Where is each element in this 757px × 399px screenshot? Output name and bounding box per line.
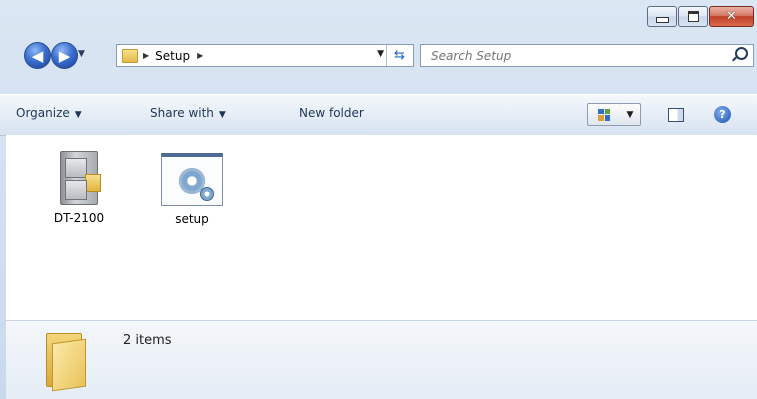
file-name: setup (175, 212, 209, 226)
breadcrumb-separator-icon[interactable]: ▶ (197, 51, 203, 60)
file-name: DT-2100 (53, 211, 105, 225)
change-view-button[interactable] (587, 103, 621, 126)
minimize-icon (655, 16, 669, 23)
minimize-button[interactable] (647, 6, 677, 27)
navigation-bar: ◀ ▶ ▼ ▶ Setup ▶ ▼ ⇆ (0, 41, 757, 71)
file-list: DT-2100 setup (6, 135, 757, 320)
view-icon (598, 108, 610, 121)
search-input[interactable] (429, 47, 723, 64)
new-folder-button[interactable]: New folder (299, 106, 364, 120)
search-box[interactable] (420, 44, 754, 67)
file-item-dt-2100[interactable]: DT-2100 (41, 151, 117, 225)
chevron-down-icon: ▼ (626, 109, 634, 120)
share-with-label: Share with (150, 106, 214, 120)
file-item-setup[interactable]: setup (154, 151, 230, 226)
arrow-left-icon: ◀ (31, 46, 44, 65)
refresh-icon: ⇆ (394, 48, 405, 63)
caption-buttons: ✕ (646, 6, 754, 27)
close-button[interactable]: ✕ (709, 6, 754, 27)
chevron-down-icon: ▼ (74, 110, 82, 120)
help-icon[interactable]: ? (714, 106, 731, 123)
folder-icon (122, 48, 138, 63)
forward-button[interactable]: ▶ (51, 42, 78, 69)
organize-button[interactable]: Organize ▼ (16, 106, 82, 120)
breadcrumb-separator-icon[interactable]: ▶ (143, 51, 149, 60)
share-with-button[interactable]: Share with ▼ (150, 106, 226, 120)
address-bar[interactable]: ▶ Setup ▶ ▼ ⇆ (116, 44, 414, 67)
explorer-window: ✕ ◀ ▶ ▼ ▶ Setup ▶ ▼ ⇆ Organize ▼ (0, 0, 757, 399)
view-options-dropdown[interactable]: ▼ (620, 103, 641, 126)
arrow-right-icon: ▶ (58, 46, 71, 65)
item-count: 2 items (123, 333, 172, 348)
search-icon[interactable] (735, 47, 748, 60)
refresh-button[interactable]: ⇆ (386, 45, 412, 66)
maximize-icon (687, 11, 699, 22)
address-dropdown-icon[interactable]: ▼ (377, 49, 384, 59)
preview-pane-icon[interactable] (668, 108, 684, 122)
breadcrumb-setup[interactable]: Setup (155, 49, 190, 63)
back-button[interactable]: ◀ (24, 42, 51, 69)
recent-pages-dropdown-icon[interactable]: ▼ (78, 49, 85, 59)
organize-label: Organize (16, 106, 70, 120)
maximize-button[interactable] (678, 6, 708, 27)
details-pane: 2 items (6, 320, 757, 399)
file-cabinet-icon (60, 151, 101, 205)
chevron-down-icon: ▼ (218, 110, 226, 120)
close-icon: ✕ (726, 9, 737, 24)
folder-icon (85, 174, 101, 192)
setup-gears-icon (161, 153, 223, 206)
folder-icon (46, 333, 86, 392)
command-bar: Organize ▼ Share with ▼ New folder ▼ ? (0, 94, 757, 136)
